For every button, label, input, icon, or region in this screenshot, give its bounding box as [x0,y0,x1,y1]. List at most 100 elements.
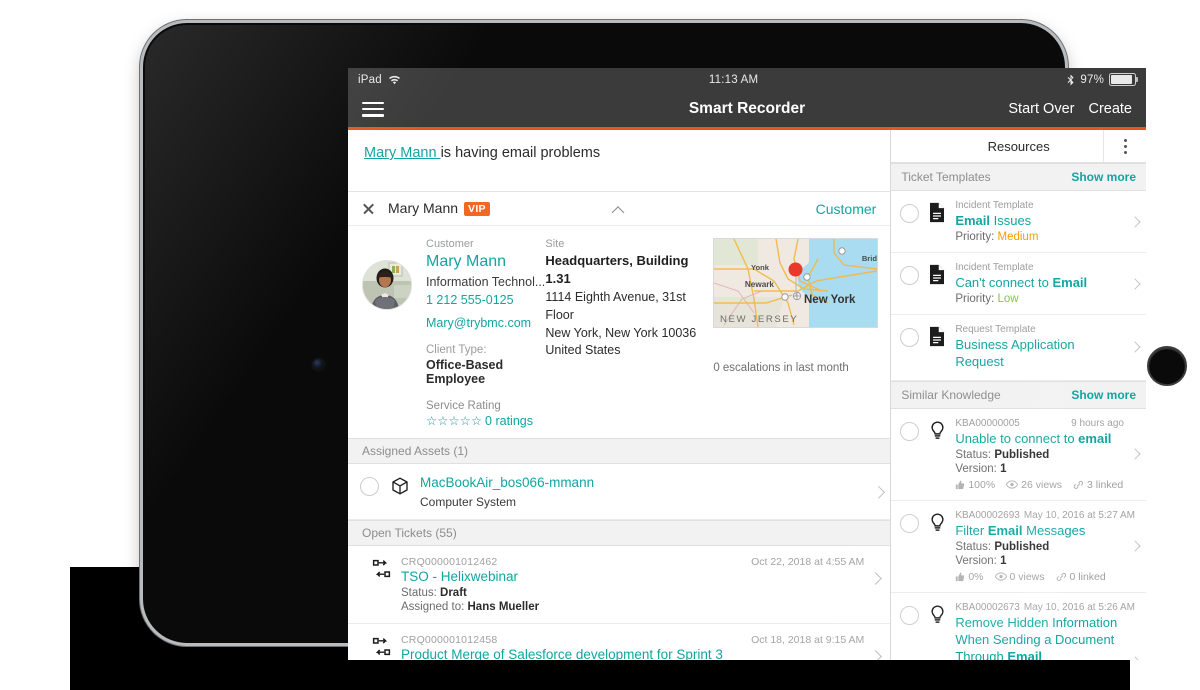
knowledge-select-radio[interactable] [900,422,919,441]
transcript-area[interactable]: Mary Mann is having email problems [348,130,890,192]
battery-percent-label: 97% [1080,74,1104,86]
knowledge-status: Status: Published [955,449,1124,461]
ticket-assignee: Assigned to: Hans Mueller [401,601,876,613]
template-content: Incident Template Can't connect to Email… [955,262,1136,305]
ticket-templates-show-more[interactable]: Show more [1071,170,1136,184]
template-title[interactable]: Can't connect to Email [955,274,1124,291]
knowledge-age: 9 hours ago [1067,418,1124,429]
customer-name-link[interactable]: Mary Mann [426,252,545,272]
status-bar: iPad 11:13 AM 97% [348,68,1146,91]
site-name: Headquarters, Building 1.31 [545,252,713,287]
template-title[interactable]: Business Application Request [955,336,1124,370]
knowledge-status-value: Published [994,449,1049,461]
ticket-status-label: Status: [401,587,437,599]
asset-subtitle: Computer System [420,495,876,509]
knowledge-select-radio[interactable] [900,606,919,625]
left-pane: Mary Mann is having email problems Mary … [348,130,891,660]
transcript-customer-link[interactable]: Mary Mann [364,145,441,161]
ratings-count: 0 ratings [485,414,533,428]
knowledge-rating-stat: 100% [955,479,995,491]
close-icon[interactable] [362,202,375,215]
chevron-up-icon[interactable] [614,205,625,216]
template-title-highlight: Email [1052,275,1087,290]
nav-actions: Start Over Create [1008,101,1132,117]
template-title[interactable]: Email Issues [955,212,1124,229]
front-camera-icon [313,359,324,370]
asset-row-content: MacBookAir_bos066-mmann Computer System [420,474,876,509]
open-tickets-section-header: Open Tickets (55) [348,520,890,546]
knowledge-select-radio[interactable] [900,514,919,533]
ticket-title[interactable]: Product Merge of Salesforce development … [401,646,876,660]
customer-email-link[interactable]: Mary@trybmc.com [426,316,545,330]
list-item[interactable]: Request Template Business Application Re… [891,315,1146,380]
knowledge-content: KBA00000005 9 hours ago Unable to connec… [955,418,1136,491]
hamburger-menu-icon[interactable] [362,102,384,117]
template-select-radio[interactable] [900,204,919,223]
avatar [362,260,412,310]
escalations-text: 0 escalations in last month [713,362,876,374]
list-item[interactable]: MacBookAir_bos066-mmann Computer System [348,464,890,520]
asset-title[interactable]: MacBookAir_bos066-mmann [420,474,876,492]
start-over-button[interactable]: Start Over [1008,101,1074,117]
template-select-radio[interactable] [900,266,919,285]
create-button[interactable]: Create [1088,101,1132,117]
template-select-radio[interactable] [900,328,919,347]
customer-role-link[interactable]: Customer [816,201,877,217]
open-tickets-label: Open Tickets (55) [362,526,457,540]
knowledge-title-post: Messages [1023,523,1086,538]
list-item[interactable]: Incident Template Can't connect to Email… [891,253,1146,315]
ticket-assignee-value: Hans Mueller [468,601,540,613]
assigned-assets-label: Assigned Assets (1) [362,444,468,458]
list-item[interactable]: KBA00000005 9 hours ago Unable to connec… [891,409,1146,501]
knowledge-title[interactable]: Unable to connect to email [955,430,1124,447]
template-kicker: Incident Template [955,262,1124,273]
svg-text:New York: New York [804,294,856,306]
knowledge-rating-value: 100% [968,479,995,491]
knowledge-title[interactable]: Remove Hidden Information When Sending a… [955,614,1124,660]
link-icon [1073,480,1084,490]
document-icon [926,264,948,285]
lightbulb-icon [926,512,948,533]
list-item[interactable]: KBA00002693 May 10, 2016 at 5:27 AM Filt… [891,501,1146,593]
site-location-map[interactable]: Yonk Newark New York Brid NEW JERSEY [713,238,878,328]
ticket-title[interactable]: TSO - Helixwebinar [401,568,876,586]
svg-text:Brid: Brid [862,254,877,263]
app-navigation-bar: Smart Recorder Start Over Create [348,91,1146,130]
resources-pane: Resources Ticket Templates Show more [891,130,1146,660]
template-content: Incident Template Email Issues Priority:… [955,200,1136,243]
more-options-icon[interactable] [1103,130,1146,162]
knowledge-linked-stat: 0 linked [1056,571,1106,583]
status-bar-left: iPad [358,74,401,86]
knowledge-status-label: Status: [955,449,991,461]
knowledge-id: KBA00002673 [955,602,1020,613]
ticket-assignee-label: Assigned to: [401,601,464,613]
table-row[interactable]: CRQ000001012458 Product Merge of Salesfo… [348,624,890,660]
knowledge-rating-value: 0% [968,571,983,583]
knowledge-content: KBA00002693 May 10, 2016 at 5:27 AM Filt… [955,510,1136,583]
ticket-date: Oct 18, 2018 at 9:15 AM [751,634,864,646]
link-icon [1056,572,1067,582]
template-title-highlight: Email [955,213,990,228]
asset-select-radio[interactable] [360,477,379,496]
list-item[interactable]: Incident Template Email Issues Priority:… [891,191,1146,253]
customer-phone-link[interactable]: 1 212 555-0125 [426,293,545,307]
knowledge-views-stat: 0 views [995,571,1045,583]
svg-text:Newark: Newark [745,280,775,289]
list-item[interactable]: KBA00002673 May 10, 2016 at 5:26 AM Remo… [891,593,1146,660]
table-row[interactable]: CRQ000001012462 TSO - Helixwebinar Statu… [348,546,890,625]
knowledge-title-highlight: Email [988,523,1023,538]
service-rating-stars[interactable]: ☆☆☆☆☆0 ratings [426,413,545,428]
knowledge-stats: 0% 0 views 0 linked [955,571,1124,583]
knowledge-id: KBA00002693 [955,510,1020,521]
knowledge-views-value: 0 views [1010,571,1045,583]
similar-knowledge-label: Similar Knowledge [901,388,1000,402]
site-address: 1114 Eighth Avenue, 31st Floor New York,… [545,289,713,360]
bluetooth-icon [1066,74,1075,86]
home-button[interactable] [1147,346,1187,386]
customer-details: Customer Mary Mann Information Technol..… [348,226,890,438]
knowledge-title-highlight: email [1078,431,1111,446]
similar-knowledge-show-more[interactable]: Show more [1071,388,1136,402]
knowledge-title[interactable]: Filter Email Messages [955,522,1124,539]
knowledge-title-pre: Filter [955,523,988,538]
avatar-column [362,238,418,428]
